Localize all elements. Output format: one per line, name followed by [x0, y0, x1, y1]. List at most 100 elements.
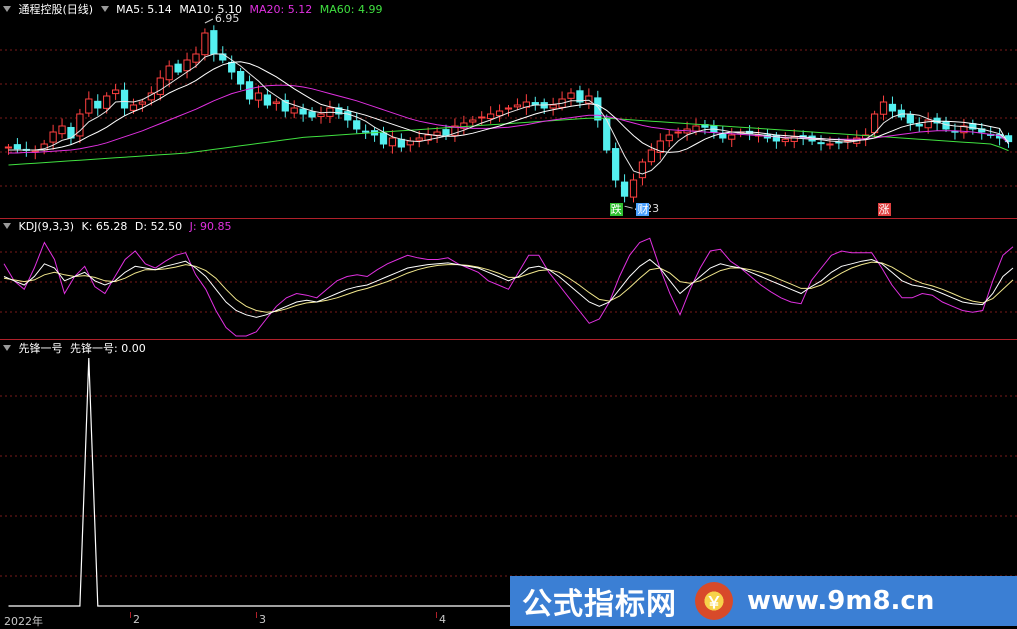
candle-body: [620, 181, 629, 197]
candle-body: [362, 130, 370, 133]
candle-body: [478, 116, 486, 119]
candle-body: [129, 104, 138, 111]
candle-body: [817, 142, 825, 145]
candle-body: [638, 161, 647, 179]
indicator-line: [8, 357, 1017, 607]
candle-body: [906, 114, 914, 124]
x-tick: [436, 612, 437, 618]
candle-body: [549, 104, 557, 109]
watermark-cn: 公式指标网: [522, 587, 677, 622]
candle-body: [94, 100, 102, 109]
candle-body: [210, 30, 218, 55]
candle-body: [4, 146, 13, 149]
candle-body: [781, 138, 789, 143]
candle-body: [58, 125, 66, 135]
candle-body: [388, 137, 397, 147]
candle-body: [647, 149, 655, 163]
candle-body: [495, 110, 504, 117]
candle-body: [603, 117, 611, 151]
candle-body: [236, 70, 245, 85]
candle-body: [487, 113, 495, 120]
candle-body: [174, 63, 182, 73]
candle-body: [299, 108, 307, 115]
candle-body: [165, 65, 173, 81]
candle-body: [290, 107, 298, 114]
x-tick: [256, 612, 257, 618]
candle-body: [567, 92, 575, 99]
tag-die: 跌: [609, 203, 623, 216]
candle-body: [317, 113, 325, 118]
candle-body: [415, 137, 423, 141]
legend-ma20: MA20: 5.12: [249, 3, 313, 16]
candle-body: [49, 131, 57, 143]
candle-body: [308, 111, 316, 118]
x-label-year: 2022年: [4, 615, 43, 628]
watermark-banner: 公式指标网 ￥ www.9m8.cn: [510, 576, 1017, 626]
watermark-url: www.9m8.cn: [747, 586, 935, 616]
candle-body: [433, 131, 441, 136]
indicator-title: 先锋一号: [18, 342, 63, 355]
legend-indicator: 先锋一号: 0.00: [70, 342, 146, 355]
legend-j: J: 90.85: [189, 220, 232, 233]
candle-body: [138, 101, 147, 105]
candle-body: [272, 101, 280, 104]
candle-body: [870, 113, 879, 134]
watermark-logo-icon: ￥: [695, 582, 733, 620]
candle-body: [254, 92, 263, 101]
chart-canvas[interactable]: 6.954.23: [0, 0, 1017, 629]
candle-body: [219, 53, 227, 61]
x-tick: [130, 612, 131, 618]
high-pointer: [204, 18, 214, 24]
candle-body: [192, 53, 200, 63]
legend-ma60: MA60: 4.99: [319, 3, 383, 16]
candle-body: [442, 129, 450, 136]
candle-body: [344, 111, 352, 121]
x-label-month2: 2: [133, 613, 140, 626]
candle-body: [245, 81, 254, 100]
legend-ma10: MA10: 5.10: [179, 3, 243, 16]
main-chart-title: 通程控股(日线): [18, 3, 94, 16]
candle-body: [201, 32, 209, 56]
candle-body: [85, 98, 93, 114]
candle-body: [13, 144, 22, 150]
candle-body: [120, 89, 129, 109]
candle-body: [665, 134, 673, 142]
tag-cai: 财: [636, 203, 650, 216]
candle-body: [103, 95, 111, 109]
candle-body: [397, 138, 405, 148]
candle-body: [504, 107, 513, 110]
kdj-legend: KDJ(9,3,3) K: 65.28 D: 52.50 J: 90.85: [3, 220, 236, 234]
candle-body: [469, 119, 477, 123]
candle-body: [183, 59, 191, 72]
x-label-month3: 3: [259, 613, 266, 626]
candle-body: [915, 123, 923, 127]
candle-body: [719, 133, 727, 139]
collapse-icon[interactable]: [3, 6, 11, 12]
candle-body: [379, 132, 388, 145]
legend-ma5: MA5: 5.14: [116, 3, 172, 16]
candle-body: [692, 125, 700, 132]
collapse-icon[interactable]: [100, 6, 109, 12]
candle-body: [674, 131, 682, 134]
candle-body: [826, 143, 834, 146]
candle-body: [263, 94, 272, 106]
candle-body: [111, 89, 120, 95]
x-label-month4: 4: [439, 613, 446, 626]
main-chart-legend: 通程控股(日线) MA5: 5.14 MA10: 5.10 MA20: 5.12…: [3, 3, 386, 17]
candle-body: [156, 77, 164, 95]
legend-d: D: 52.50: [134, 220, 183, 233]
legend-k: K: 65.28: [81, 220, 128, 233]
collapse-icon[interactable]: [3, 345, 11, 351]
candle-body: [728, 134, 736, 140]
candle-body: [888, 103, 897, 112]
collapse-icon[interactable]: [3, 223, 11, 229]
candle-body: [353, 120, 361, 130]
tag-zhang: 涨: [877, 203, 891, 216]
kdj-j-line: [3, 237, 1014, 337]
candle-body: [228, 61, 236, 73]
low-pointer: [624, 205, 633, 209]
indicator-legend: 先锋一号 先锋一号: 0.00: [3, 342, 150, 356]
candle-body: [594, 97, 602, 121]
kdj-title: KDJ(9,3,3): [18, 220, 75, 233]
candle-body: [879, 101, 888, 115]
